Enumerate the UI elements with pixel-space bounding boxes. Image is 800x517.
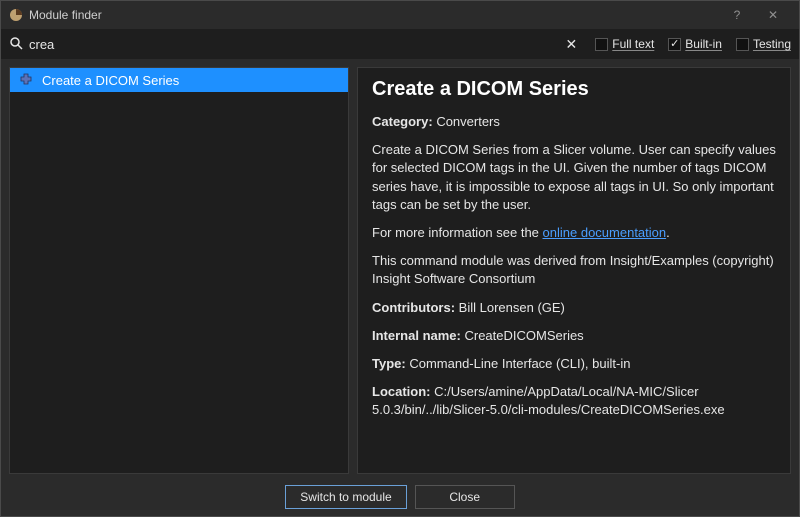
builtin-label: Built-in [685,37,722,51]
checkbox-icon: ✓ [668,38,681,51]
search-icon [9,36,23,53]
fulltext-label: Full text [612,37,654,51]
testing-label: Testing [753,37,791,51]
checkbox-icon [736,38,749,51]
footer: Switch to module Close [1,478,799,516]
close-button[interactable]: Close [415,485,515,509]
results-list: Create a DICOM Series [9,67,349,474]
search-bar: ✕ Full text ✓ Built-in Testing [1,29,799,59]
module-moreinfo: For more information see the online docu… [372,224,776,242]
result-item-label: Create a DICOM Series [42,73,179,88]
module-location: Location: C:/Users/amine/AppData/Local/N… [372,383,776,419]
module-finder-window: Module finder ? ✕ ✕ Full text ✓ Built-in… [0,0,800,517]
online-documentation-link[interactable]: online documentation [543,225,667,240]
window-title: Module finder [29,8,102,22]
module-type: Type: Command-Line Interface (CLI), buil… [372,355,776,373]
module-contributors: Contributors: Bill Lorensen (GE) [372,299,776,317]
window-close-button[interactable]: ✕ [755,1,791,29]
module-internal-name: Internal name: CreateDICOMSeries [372,327,776,345]
body: Create a DICOM Series Create a DICOM Ser… [1,59,799,478]
help-button[interactable]: ? [719,1,755,29]
checkbox-icon [595,38,608,51]
module-derived: This command module was derived from Ins… [372,252,776,288]
builtin-checkbox[interactable]: ✓ Built-in [668,37,722,51]
search-input[interactable] [29,37,556,52]
clear-search-button[interactable]: ✕ [562,36,582,53]
module-icon [18,72,34,88]
module-title: Create a DICOM Series [372,78,776,101]
switch-to-module-button[interactable]: Switch to module [285,485,406,509]
module-description: Create a DICOM Series from a Slicer volu… [372,141,776,214]
result-item[interactable]: Create a DICOM Series [10,68,348,92]
module-category: Category: Converters [372,113,776,131]
app-icon [9,8,23,22]
testing-checkbox[interactable]: Testing [736,37,791,51]
fulltext-checkbox[interactable]: Full text [595,37,654,51]
titlebar: Module finder ? ✕ [1,1,799,29]
module-detail: Create a DICOM Series Category: Converte… [357,67,791,474]
